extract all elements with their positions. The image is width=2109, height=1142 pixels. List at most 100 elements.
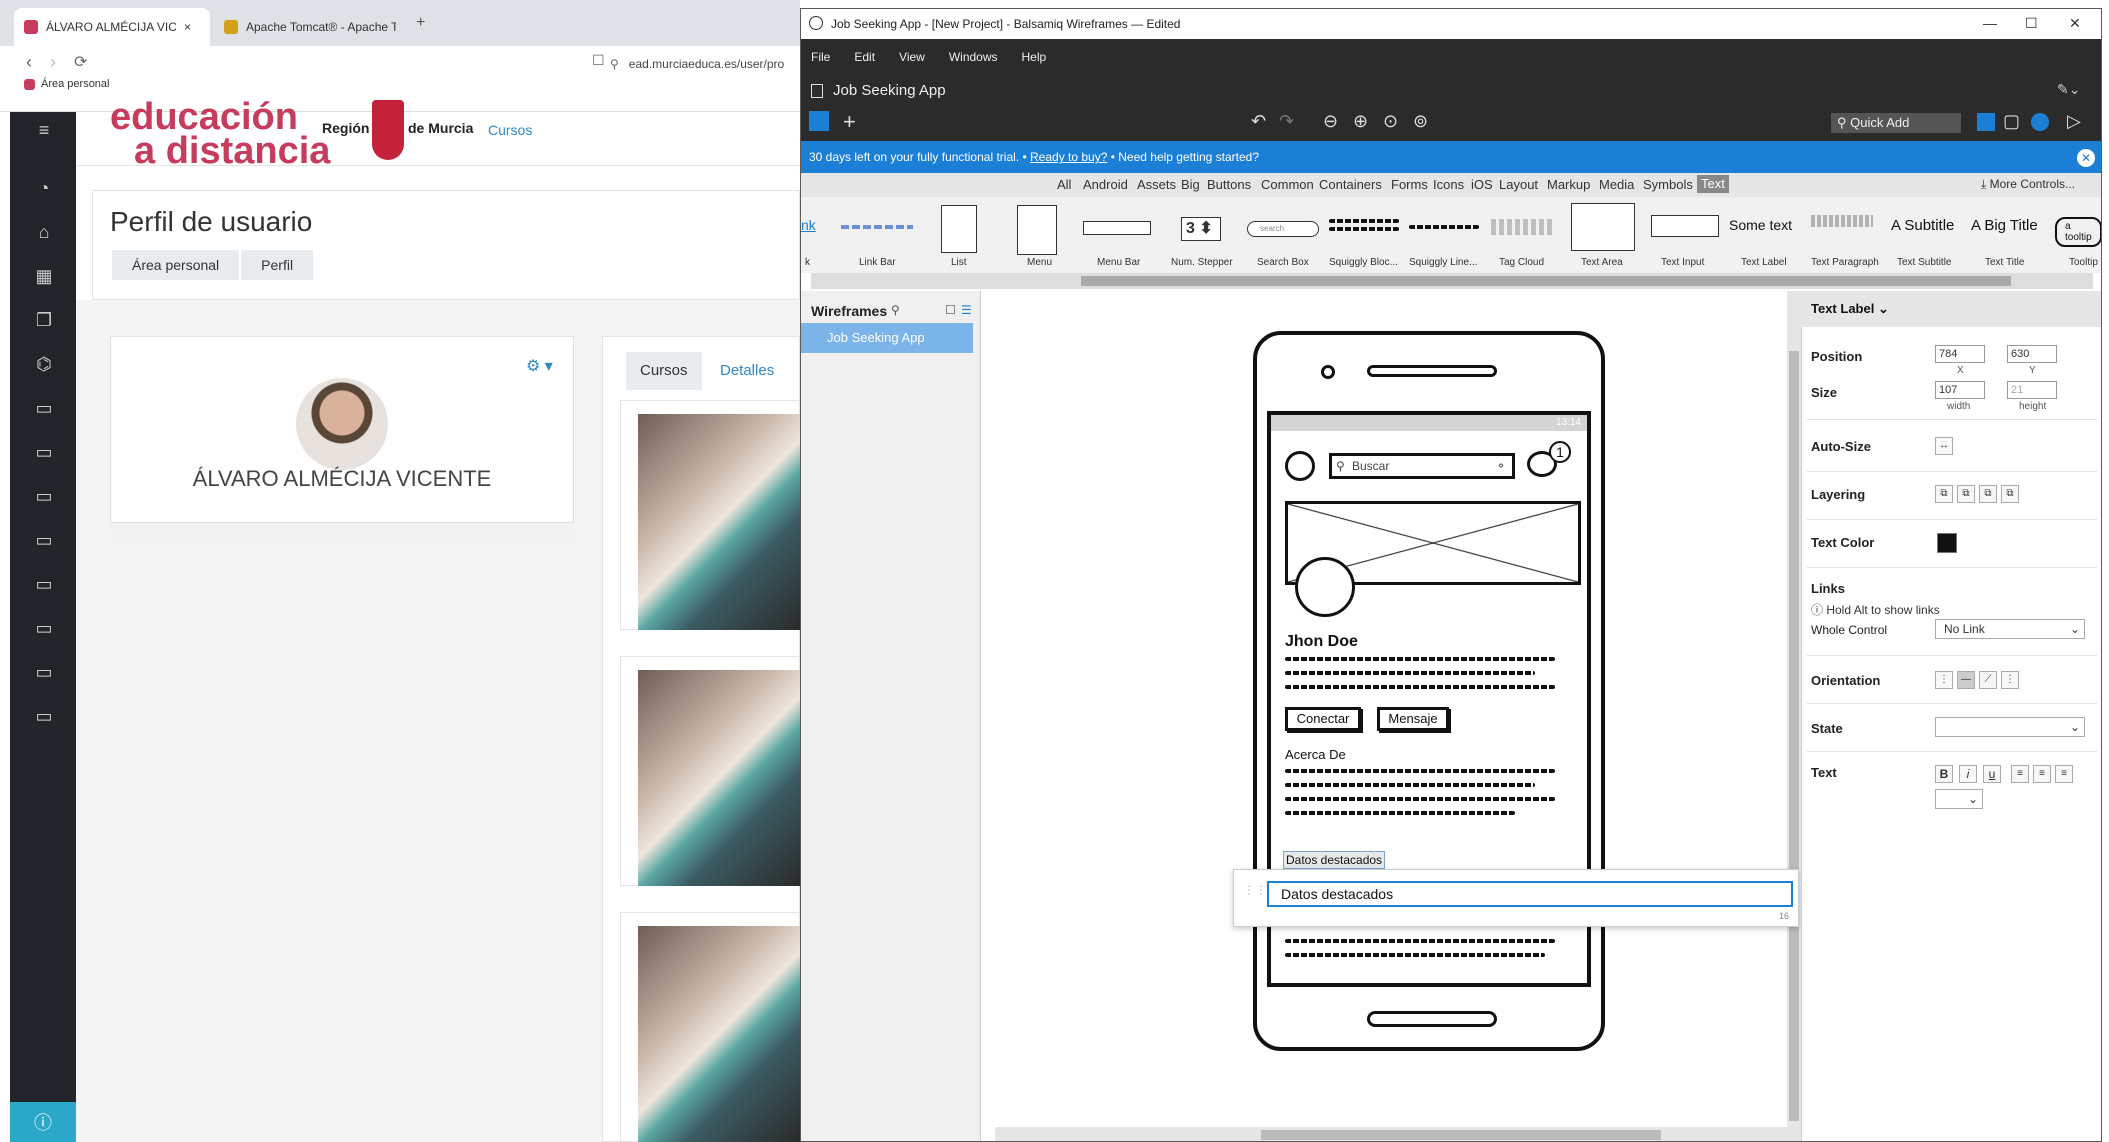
folder-icon[interactable]: ▭	[34, 574, 54, 594]
category-containers[interactable]: Containers	[1319, 177, 1382, 192]
mockup-notification-badge[interactable]: 1	[1549, 441, 1571, 463]
gallery-squiggly-block-thumb[interactable]	[1329, 227, 1399, 231]
autosize-toggle-icon[interactable]: ↔	[1935, 437, 1953, 455]
list-view-icon[interactable]: ☰	[961, 303, 972, 317]
minimize-icon[interactable]: —	[1983, 15, 1997, 31]
graduation-icon[interactable]: ⌬	[34, 354, 54, 374]
gallery-text-label-thumb[interactable]: Some text	[1729, 217, 1792, 233]
menu-windows[interactable]: Windows	[949, 50, 998, 64]
zoom-fit-icon[interactable]: ⊙	[1383, 111, 1398, 132]
project-view-icon[interactable]	[809, 111, 829, 131]
folder-icon[interactable]: ▭	[34, 662, 54, 682]
bookmark-star-icon[interactable]: ☐	[592, 52, 605, 69]
undo-icon[interactable]: ↶	[1251, 111, 1266, 132]
gallery-squiggly-block-thumb[interactable]	[1329, 219, 1399, 223]
mockup-squiggle[interactable]	[1285, 953, 1545, 957]
gallery-text-paragraph-thumb[interactable]	[1811, 215, 1873, 227]
mockup-squiggle[interactable]	[1285, 671, 1535, 675]
underline-button[interactable]: u	[1983, 765, 2001, 783]
gallery-text-subtitle-thumb[interactable]: A Subtitle	[1891, 217, 1954, 234]
align-center-icon[interactable]: ≡	[2033, 765, 2051, 783]
zoom-actual-icon[interactable]: ⊚	[1413, 111, 1428, 132]
italic-button[interactable]: i	[1959, 765, 1977, 783]
mockup-squiggle[interactable]	[1285, 685, 1555, 689]
folder-icon[interactable]: ▭	[34, 618, 54, 638]
category-layout[interactable]: Layout	[1499, 177, 1538, 192]
gallery-stepper-thumb[interactable]: 3 ⬍	[1181, 217, 1221, 241]
state-select[interactable]: ⌄	[1935, 717, 2085, 737]
drag-handle-icon[interactable]: ⋮⋮	[1243, 883, 1267, 897]
ui-library-icon[interactable]	[1977, 113, 1995, 131]
mockup-profile-circle[interactable]	[1285, 451, 1315, 481]
canvas-vscroll-thumb[interactable]	[1789, 351, 1799, 1121]
mockup-search-box[interactable]: ⚲ Buscar ⚬	[1329, 453, 1515, 479]
home-icon[interactable]: ⌂	[34, 222, 54, 242]
mockup-squiggle[interactable]	[1285, 811, 1515, 815]
files-icon[interactable]: ❐	[34, 310, 54, 330]
close-tab-icon[interactable]: ×	[184, 20, 191, 34]
mockup-squiggle[interactable]	[1285, 939, 1555, 943]
bookmark-area-personal[interactable]: Área personal	[41, 78, 110, 90]
zoom-in-icon[interactable]: ⊕	[1353, 111, 1368, 132]
category-ios[interactable]: iOS	[1471, 177, 1493, 192]
close-window-icon[interactable]: ✕	[2069, 15, 2081, 32]
forward-icon[interactable]: ›	[50, 52, 56, 73]
mockup-name[interactable]: Jhon Doe	[1285, 633, 1358, 651]
font-size-select[interactable]: ⌄	[1935, 789, 1983, 809]
calendar-icon[interactable]: ▦	[34, 266, 54, 286]
mockup-avatar[interactable]	[1295, 557, 1355, 617]
nav-cursos-link[interactable]: Cursos	[488, 122, 532, 138]
category-assets[interactable]: Assets	[1137, 177, 1176, 192]
category-forms[interactable]: Forms	[1391, 177, 1428, 192]
site-info-icon[interactable]: ⚲	[610, 57, 619, 71]
gallery-link-bar-thumb[interactable]	[841, 225, 913, 229]
add-wireframe-icon[interactable]: +	[843, 109, 856, 135]
send-back-icon[interactable]: ⧉	[2001, 485, 2019, 503]
position-x-field[interactable]: 784	[1935, 345, 1985, 363]
browser-tab-profile[interactable]: ÁLVARO ALMÉCIJA VICENTE: Pe ×	[14, 8, 210, 46]
mockup-squiggle[interactable]	[1285, 783, 1535, 787]
gallery-scroll-thumb[interactable]	[1081, 276, 2011, 286]
category-all[interactable]: All	[1057, 177, 1071, 192]
url-bar[interactable]: ⚲ ead.murciaeduca.es/user/pro	[610, 50, 800, 78]
category-text[interactable]: Text	[1697, 175, 1729, 193]
menu-view[interactable]: View	[899, 50, 925, 64]
course-image[interactable]	[638, 414, 800, 630]
align-right-icon[interactable]: ≡	[2055, 765, 2073, 783]
site-logo[interactable]: educación a distancia	[110, 98, 330, 170]
gallery-menu-thumb[interactable]	[1017, 205, 1057, 255]
category-android[interactable]: Android	[1083, 177, 1128, 192]
inline-text-editor-input[interactable]	[1267, 881, 1793, 907]
gallery-searchbox-thumb[interactable]: search	[1247, 221, 1319, 237]
new-tab-button[interactable]: +	[416, 14, 425, 32]
wireframe-item-job-seeking[interactable]: Job Seeking App	[801, 323, 973, 353]
zoom-out-icon[interactable]: ⊖	[1323, 111, 1338, 132]
gallery-list-thumb[interactable]	[941, 205, 977, 253]
close-banner-icon[interactable]: ✕	[2077, 149, 2095, 167]
menu-icon[interactable]: ≡	[34, 120, 54, 140]
mockup-message-button[interactable]: Mensaje	[1377, 707, 1449, 731]
text-color-swatch[interactable]	[1937, 533, 1957, 553]
reload-icon[interactable]: ⟳	[74, 52, 87, 72]
mockup-squiggle[interactable]	[1285, 797, 1555, 801]
maximize-icon[interactable]: ☐	[2025, 15, 2038, 32]
gear-icon[interactable]: ⚙ ▾	[526, 356, 553, 376]
orientation-rotate-icon[interactable]: ⋮	[2001, 671, 2019, 689]
menu-help[interactable]: Help	[1022, 50, 1047, 64]
redo-icon[interactable]: ↷	[1279, 111, 1294, 132]
grid-view-icon[interactable]: ☐	[945, 303, 956, 317]
bring-forward-icon[interactable]: ⧉	[1957, 485, 1975, 503]
whole-control-select[interactable]: No Link ⌄	[1935, 619, 2085, 639]
quick-add-input[interactable]: ⚲ Quick Add	[1831, 113, 1961, 133]
category-icons[interactable]: Icons	[1433, 177, 1464, 192]
bold-button[interactable]: B	[1935, 765, 1953, 783]
browser-tab-tomcat[interactable]: Apache Tomcat® - Apache Tomcat	[214, 8, 414, 46]
position-y-field[interactable]: 630	[2007, 345, 2057, 363]
folder-icon[interactable]: ▭	[34, 486, 54, 506]
gallery-squiggly-line-thumb[interactable]	[1409, 225, 1479, 229]
mockup-status-bar[interactable]: 13:14	[1271, 415, 1587, 431]
menu-file[interactable]: File	[811, 50, 830, 64]
pencil-icon[interactable]: ✎⌄	[2057, 81, 2080, 98]
mockup-selected-text-label[interactable]: Datos destacados	[1283, 851, 1386, 869]
tab-detalles[interactable]: Detalles	[706, 352, 788, 390]
